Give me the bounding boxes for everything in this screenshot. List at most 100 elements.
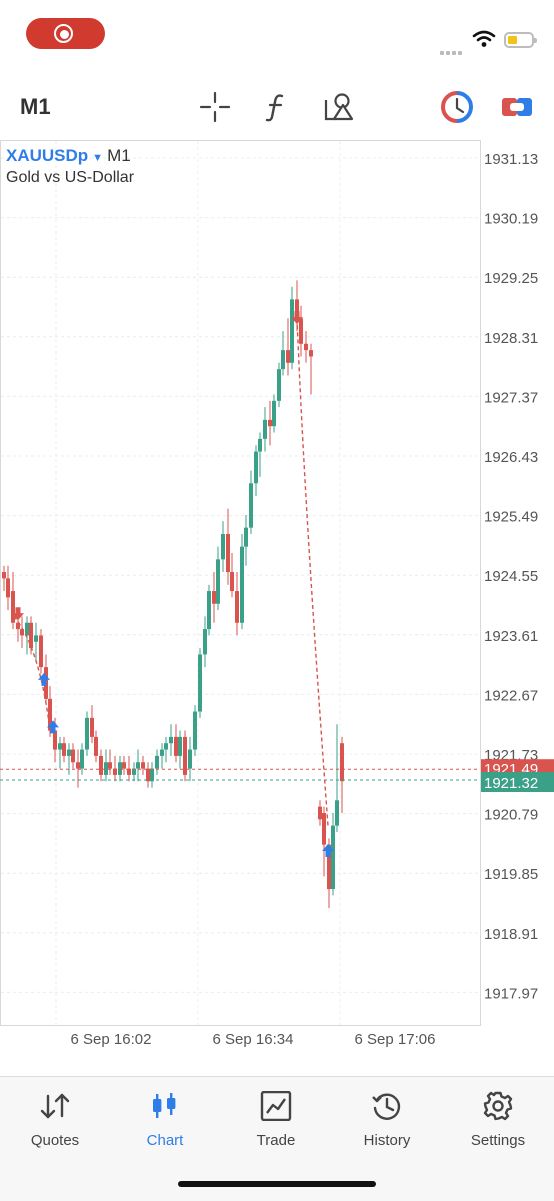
candle-body bbox=[221, 533, 225, 560]
candle-body bbox=[198, 654, 202, 712]
candle-body bbox=[53, 730, 57, 750]
candle-body bbox=[122, 762, 126, 769]
candle-body bbox=[160, 749, 164, 756]
chart-icon bbox=[153, 1093, 176, 1118]
price-label: 1927.37 bbox=[484, 389, 538, 406]
price-label: 1917.97 bbox=[484, 985, 538, 1002]
candle-body bbox=[136, 762, 140, 769]
timeframe-button[interactable]: M1 bbox=[20, 94, 51, 120]
objects-icon[interactable] bbox=[322, 90, 356, 124]
candle-body bbox=[286, 350, 290, 363]
candle-body bbox=[290, 299, 294, 363]
nav-quotes[interactable]: Quotes bbox=[0, 1091, 110, 1149]
price-label: 1928.31 bbox=[484, 330, 538, 347]
nav-chart[interactable]: Chart bbox=[110, 1091, 220, 1149]
symbol-description: Gold vs US-Dollar bbox=[6, 169, 135, 186]
candle-body bbox=[62, 743, 66, 756]
candle-body bbox=[216, 559, 220, 604]
home-indicator[interactable] bbox=[178, 1181, 376, 1187]
price-label: 1929.25 bbox=[484, 270, 538, 287]
price-label: 1930.19 bbox=[484, 211, 538, 228]
candle-body bbox=[178, 736, 182, 756]
candle-body bbox=[263, 419, 267, 439]
nav-label: Trade bbox=[256, 1132, 296, 1149]
price-label: 1918.91 bbox=[484, 926, 538, 943]
candle-body bbox=[299, 318, 303, 344]
candle-body bbox=[71, 749, 75, 763]
candle-body bbox=[331, 825, 335, 890]
candle-body bbox=[67, 749, 71, 756]
price-label: 1920.79 bbox=[484, 807, 538, 824]
candle-body bbox=[108, 762, 112, 769]
bid-price-label: 1921.32 bbox=[484, 775, 538, 792]
quotes-icon bbox=[40, 1093, 70, 1119]
price-label: 1922.67 bbox=[484, 687, 538, 704]
candle-body bbox=[304, 343, 308, 351]
candle-body bbox=[29, 622, 33, 649]
candle-body bbox=[335, 800, 339, 826]
indicators-icon[interactable] bbox=[260, 90, 294, 124]
price-label: 1925.49 bbox=[484, 509, 538, 526]
nav-history[interactable]: History bbox=[332, 1091, 442, 1149]
candle-body bbox=[6, 578, 10, 598]
chart-toolbar: M1 bbox=[0, 76, 554, 138]
wifi-icon bbox=[472, 30, 496, 47]
battery-icon bbox=[504, 32, 537, 48]
candle-body bbox=[104, 762, 108, 775]
price-label: 1931.13 bbox=[484, 151, 538, 168]
trade-panel-icon[interactable] bbox=[500, 90, 534, 124]
candle-body bbox=[99, 755, 103, 775]
candle-body bbox=[146, 768, 150, 782]
candle-body bbox=[39, 635, 43, 668]
nav-label: History bbox=[363, 1132, 411, 1149]
candle-body bbox=[230, 572, 234, 592]
candle-body bbox=[150, 768, 154, 782]
candle-body bbox=[249, 483, 253, 528]
nav-trade[interactable]: Trade bbox=[221, 1090, 331, 1149]
price-label: 1923.61 bbox=[484, 628, 538, 645]
candle-body bbox=[76, 762, 80, 769]
candle-body bbox=[80, 749, 84, 769]
candle-body bbox=[277, 369, 281, 401]
chart-canvas[interactable]: 1931.13 1930.19 1929.25 1928.31 1927.37 1926.… bbox=[0, 140, 554, 1075]
screen-recording-indicator[interactable] bbox=[26, 18, 105, 49]
status-bar bbox=[0, 0, 554, 70]
symbol-timeframe: M1 bbox=[107, 146, 131, 165]
candle-body bbox=[268, 419, 272, 427]
candle-body bbox=[188, 749, 192, 769]
candle-body bbox=[2, 572, 6, 579]
cellular-signal-icon bbox=[440, 42, 464, 60]
record-dot bbox=[59, 29, 69, 39]
candle-body bbox=[207, 591, 211, 630]
symbol-name[interactable]: XAUUSDp bbox=[6, 146, 88, 165]
price-label: 1924.55 bbox=[484, 568, 538, 585]
history-icon bbox=[372, 1093, 401, 1120]
price-label: 1926.43 bbox=[484, 449, 538, 466]
candle-body bbox=[281, 350, 285, 370]
candle-body bbox=[141, 762, 145, 769]
candle-body bbox=[212, 591, 216, 604]
candle-body bbox=[254, 451, 258, 484]
candle-body bbox=[90, 717, 94, 737]
symbol-dropdown-icon[interactable]: ▼ bbox=[92, 152, 103, 164]
one-click-trading-icon[interactable] bbox=[440, 90, 474, 124]
symbol-header[interactable]: XAUUSDp ▼ M1 bbox=[6, 146, 131, 166]
nav-settings[interactable]: Settings bbox=[443, 1091, 553, 1149]
candle-body bbox=[94, 736, 98, 756]
candle-body bbox=[174, 736, 178, 756]
nav-label: Settings bbox=[470, 1132, 526, 1149]
time-label: 6 Sep 16:02 bbox=[71, 1031, 152, 1048]
candle-body bbox=[155, 755, 159, 769]
crosshair-icon[interactable] bbox=[198, 90, 232, 124]
candle-body bbox=[309, 350, 313, 357]
nav-label: Quotes bbox=[30, 1132, 80, 1149]
candle-body bbox=[258, 438, 262, 452]
candle-body bbox=[34, 635, 38, 642]
price-label: 1919.85 bbox=[484, 866, 538, 883]
candle-body bbox=[322, 812, 326, 845]
candle-body bbox=[169, 736, 173, 744]
candle-body bbox=[203, 629, 207, 655]
candle-body bbox=[85, 717, 89, 750]
candle-body bbox=[25, 622, 29, 636]
price-chart[interactable]: 1931.13 1930.19 1929.25 1928.31 1927.37 1926.… bbox=[0, 140, 554, 1075]
